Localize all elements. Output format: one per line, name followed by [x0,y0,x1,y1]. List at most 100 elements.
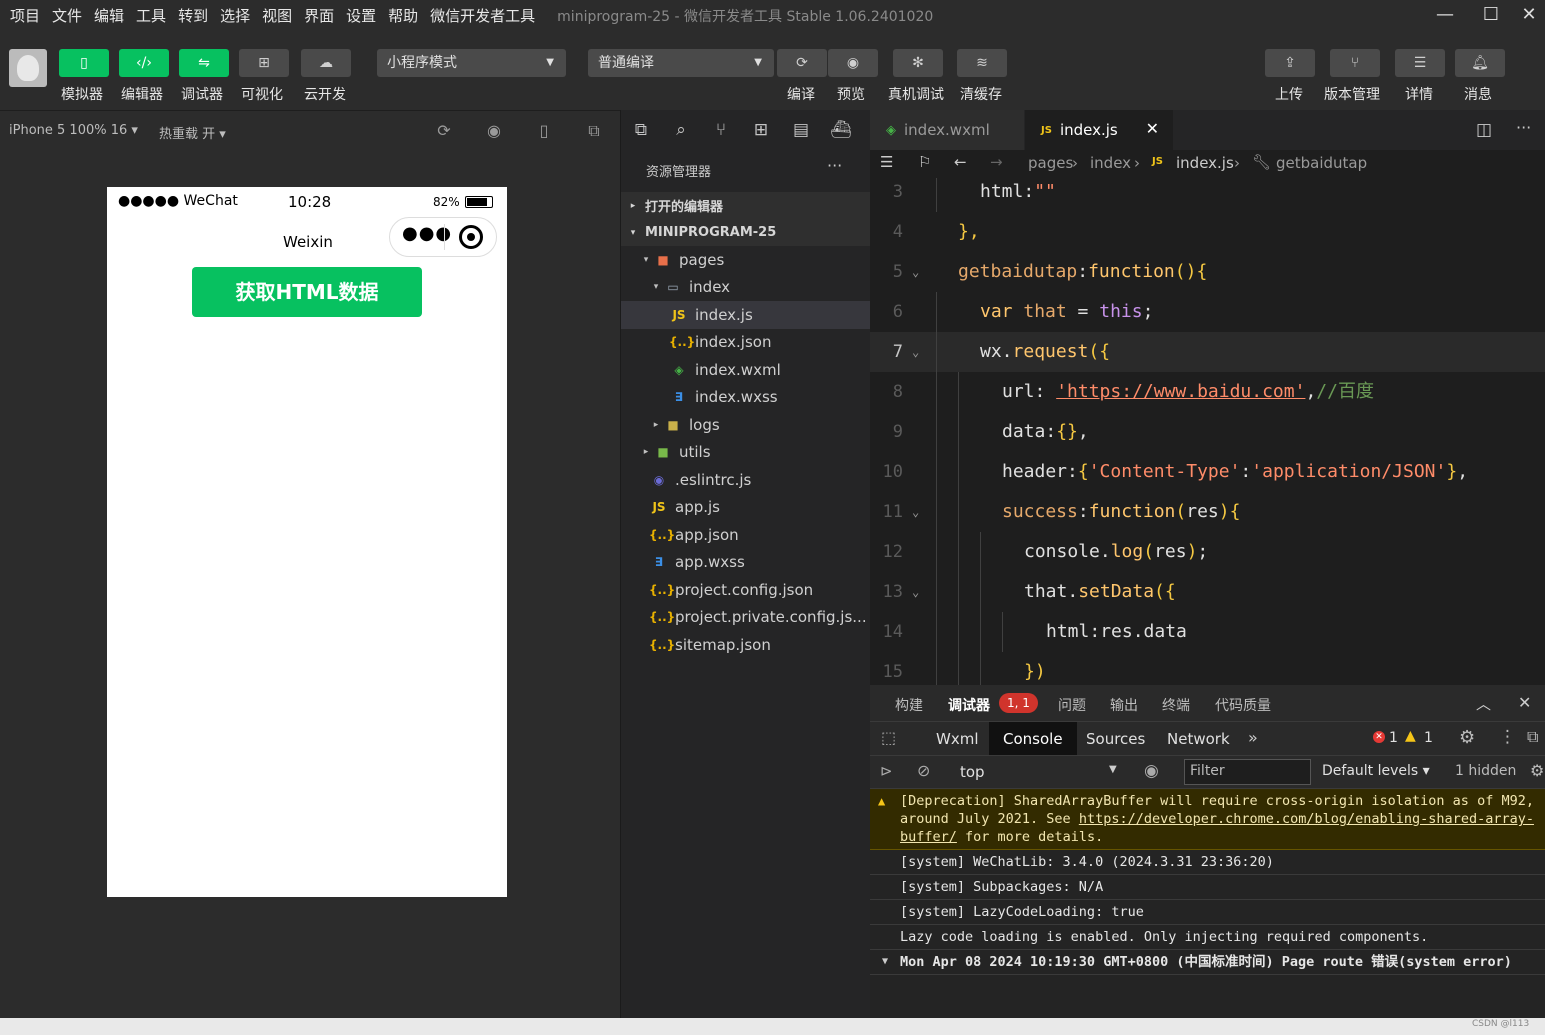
tree-item[interactable]: ◈ index.wxml [621,356,871,384]
tab-build[interactable]: 构建 [895,695,923,715]
hot-reload-toggle[interactable]: 热重载 开 ▾ [159,123,226,142]
compile-select[interactable]: 普通编译 ▼ [588,49,774,77]
menu-item[interactable]: 微信开发者工具 [424,0,541,32]
eye-icon[interactable]: ◉ [1144,761,1159,781]
tab-wxml[interactable]: Wxml [922,722,993,756]
tree-item[interactable]: JS app.js [621,494,871,522]
toolbar-label[interactable]: 编辑器 [121,84,163,104]
storage-icon[interactable]: ▤ [790,119,812,141]
toolbar-button-upload[interactable]: ⇪ [1265,49,1315,77]
list-icon[interactable]: ☰ [880,153,893,171]
menu-item[interactable]: 视图 [256,0,298,32]
tab-network[interactable]: Network [1153,722,1244,756]
error-count[interactable]: 1 [1389,730,1398,746]
back-icon[interactable]: ← [954,153,967,171]
menu-item[interactable]: 编辑 [88,0,130,32]
clear-console-icon[interactable]: ⊘ [917,761,930,780]
toolbar-button-refresh[interactable]: ⟳ [777,49,827,77]
crumb-function[interactable]: getbaidutap [1276,154,1367,172]
source-control-icon[interactable]: ⑂ [710,119,732,141]
inspect-icon[interactable]: ⬚ [881,728,896,747]
sidebar-toggle-icon[interactable]: ⊳ [880,762,893,780]
kebab-icon[interactable]: ⋮ [1499,727,1516,747]
phone-icon[interactable]: ▯ [534,121,554,141]
tab-terminal[interactable]: 终端 [1162,695,1190,715]
toolbar-label[interactable]: 模拟器 [61,84,103,104]
toolbar-label[interactable]: 上传 [1275,84,1303,104]
stop-icon[interactable]: ◉ [484,121,504,141]
crumb-pages[interactable]: pages [1028,154,1073,172]
toolbar-label[interactable]: 真机调试 [888,84,944,104]
fold-icon[interactable]: ⌄ [912,252,919,292]
tab-sources[interactable]: Sources [1072,722,1159,756]
tree-item[interactable]: {..} index.json [621,329,871,357]
fold-icon[interactable]: ⌄ [912,572,919,612]
tree-item[interactable]: {..} project.private.config.js... [621,604,871,632]
tree-item[interactable]: {..} sitemap.json [621,631,871,659]
tab-output[interactable]: 输出 [1110,695,1138,715]
tree-item[interactable]: ▾ ■ pages [621,246,871,274]
menu-item[interactable]: 选择 [214,0,256,32]
capsule-menu[interactable]: ●●● [389,217,497,257]
tree-item[interactable]: ▸ ■ utils [621,439,871,467]
forward-icon[interactable]: → [990,153,1003,171]
tab-problems[interactable]: 问题 [1058,695,1086,715]
toolbar-label[interactable]: 预览 [837,84,865,104]
console-settings-icon[interactable]: ⚙ [1530,761,1544,780]
toolbar-button-code[interactable]: ‹/› [119,49,169,77]
toolbar-button-bug[interactable]: ✻ [893,49,943,77]
hidden-count[interactable]: 1 hidden [1455,763,1516,779]
toolbar-label[interactable]: 云开发 [304,84,346,104]
tree-item[interactable]: {..} app.json [621,521,871,549]
toolbar-button-eye[interactable]: ◉ [828,49,878,77]
tree-item[interactable]: {..} project.config.json [621,576,871,604]
tree-item[interactable]: ∃ app.wxss [621,549,871,577]
mode-select[interactable]: 小程序模式 ▼ [377,49,566,77]
project-section[interactable]: ▾ MINIPROGRAM-25 [621,219,871,246]
settings-icon[interactable]: ⚙ [1459,727,1475,748]
tree-item[interactable]: JS index.js [621,301,871,329]
more-icon[interactable]: ··· [1516,118,1531,137]
toolbar-button-debug[interactable]: ⇋ [179,49,229,77]
menu-item[interactable]: 文件 [46,0,88,32]
close-panel-icon[interactable]: ✕ [1518,693,1531,712]
context-select[interactable]: top [960,763,985,781]
tab-console[interactable]: Console [989,722,1077,756]
collapse-panel-icon[interactable]: ︿ [1476,693,1491,714]
docker-icon[interactable]: ⛴ [830,119,852,141]
crumb-index[interactable]: index [1090,154,1131,172]
bookmark-icon[interactable]: ⚐ [918,153,931,171]
reload-icon[interactable]: ⟳ [434,121,454,141]
detach-icon[interactable]: ⧉ [584,121,604,141]
code-area[interactable]: 3 html:"" 4}, 5 ⌄ getbaidutap:function(){6 var… [870,178,1545,685]
menu-item[interactable]: 转到 [172,0,214,32]
crumb-file[interactable]: index.js [1176,154,1234,172]
warning-count[interactable]: 1 [1424,730,1433,746]
toolbar-label[interactable]: 调试器 [181,84,223,104]
menu-item[interactable]: 项目 [4,0,46,32]
toolbar-button-menu[interactable]: ☰ [1395,49,1445,77]
minimize-button[interactable]: — [1422,0,1468,32]
levels-select[interactable]: Default levels ▾ [1322,763,1430,779]
tree-item[interactable]: ◉ .eslintrc.js [621,466,871,494]
tree-item[interactable]: ▾ ▭ index [621,274,871,302]
toolbar-label[interactable]: 详情 [1405,84,1433,104]
search-icon[interactable]: ⌕ [670,119,692,141]
toolbar-button-layers[interactable]: ≋ [957,49,1007,77]
toolbar-label[interactable]: 编译 [787,84,815,104]
menu-item[interactable]: 设置 [340,0,382,32]
tab-index-wxml[interactable]: ◈ index.wxml [870,110,1024,150]
device-select[interactable]: iPhone 5 100% 16 ▾ [9,123,138,138]
toolbar-button-cloud[interactable]: ☁ [301,49,351,77]
menu-item[interactable]: 界面 [298,0,340,32]
toolbar-button-bell[interactable]: 🔔︎ [1455,49,1505,77]
toolbar-label[interactable]: 清缓存 [960,84,1002,104]
tree-item[interactable]: ∃ index.wxss [621,384,871,412]
extensions-icon[interactable]: ⊞ [750,119,772,141]
toolbar-label[interactable]: 消息 [1464,84,1492,104]
toolbar-button-branch[interactable]: ⑂ [1330,49,1380,77]
files-icon[interactable]: ⧉ [630,119,652,141]
fold-icon[interactable]: ⌄ [912,492,919,532]
fold-icon[interactable]: ⌄ [912,332,919,372]
toolbar-button-phone[interactable]: ▯ [59,49,109,77]
